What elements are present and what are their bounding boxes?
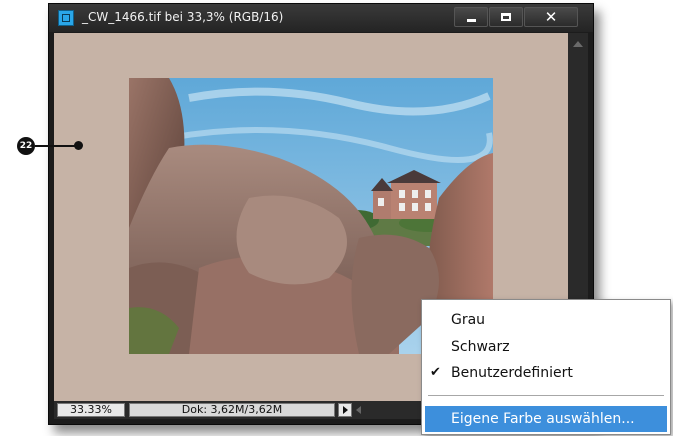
checkmark-icon: ✔ bbox=[430, 365, 441, 380]
menu-item-label: Schwarz bbox=[451, 339, 510, 355]
scroll-left-icon[interactable] bbox=[356, 406, 361, 414]
callout-line bbox=[35, 145, 77, 147]
scroll-up-icon[interactable] bbox=[573, 41, 583, 47]
menu-item-benutzerdefiniert[interactable]: ✔ Benutzerdefiniert bbox=[422, 362, 670, 384]
callout-number-badge: 22 bbox=[17, 137, 35, 155]
maximize-icon bbox=[501, 13, 511, 21]
status-menu-arrow-icon[interactable] bbox=[338, 403, 352, 417]
title-bar[interactable]: _CW_1466.tif bei 33,3% (RGB/16) ✕ bbox=[49, 4, 593, 32]
app-icon bbox=[58, 10, 74, 26]
menu-item-eigene-farbe[interactable]: Eigene Farbe auswählen... bbox=[425, 406, 667, 432]
menu-item-label: Eigene Farbe auswählen... bbox=[451, 411, 635, 427]
pasteboard-color-context-menu: Grau Schwarz ✔ Benutzerdefiniert Eigene … bbox=[421, 299, 671, 435]
callout-dot-icon bbox=[74, 141, 83, 150]
minimize-icon bbox=[467, 19, 476, 22]
maximize-button[interactable] bbox=[489, 7, 523, 27]
close-icon: ✕ bbox=[544, 8, 558, 26]
menu-item-label: Benutzerdefiniert bbox=[451, 365, 573, 381]
minimize-button[interactable] bbox=[454, 7, 488, 27]
menu-item-label: Grau bbox=[451, 312, 486, 328]
window-title: _CW_1466.tif bei 33,3% (RGB/16) bbox=[82, 10, 284, 24]
close-button[interactable]: ✕ bbox=[524, 7, 578, 27]
menu-item-grau[interactable]: Grau bbox=[422, 309, 670, 331]
zoom-level-field[interactable]: 33.33% bbox=[57, 403, 125, 417]
document-size-info[interactable]: Dok: 3,62M/3,62M bbox=[129, 403, 335, 417]
menu-separator bbox=[428, 395, 664, 396]
menu-item-schwarz[interactable]: Schwarz bbox=[422, 336, 670, 358]
